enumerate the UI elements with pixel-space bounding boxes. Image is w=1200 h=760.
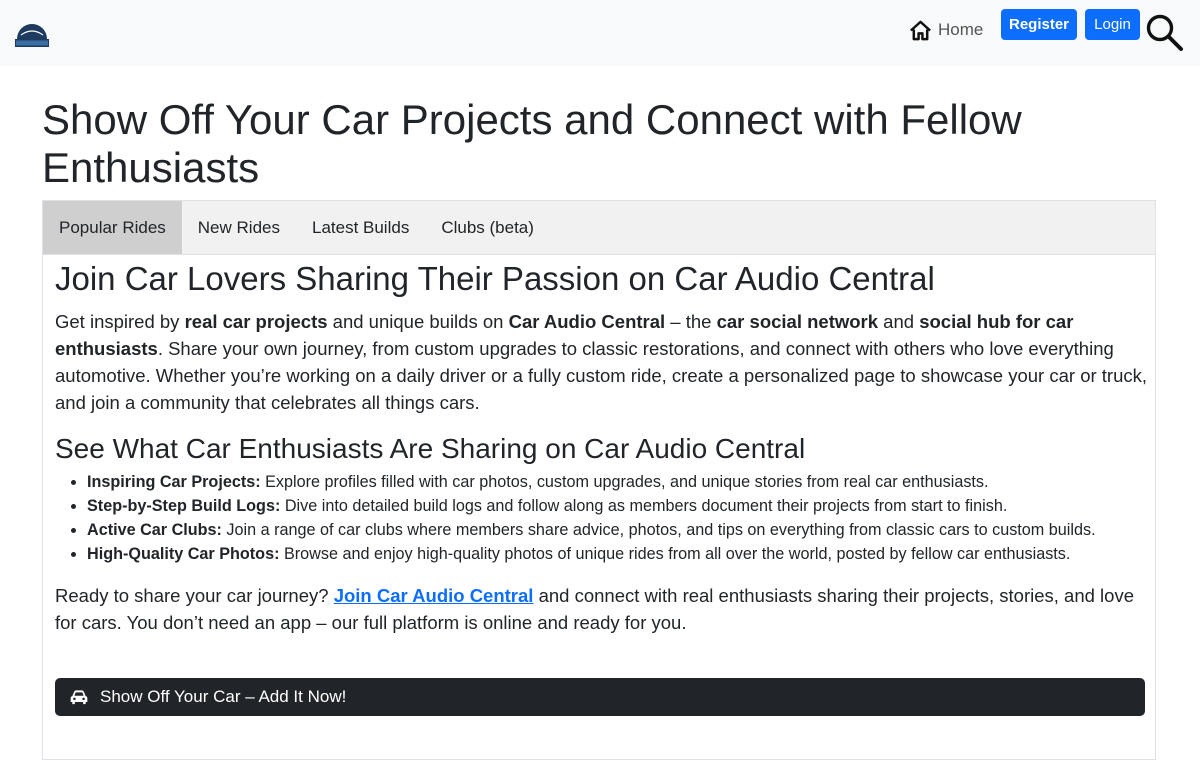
feature-text: Explore profiles filled with car photos,…: [260, 473, 989, 491]
feature-title: Step-by-Step Build Logs:: [87, 497, 281, 515]
feature-title: Active Car Clubs:: [87, 521, 222, 539]
feature-text: Dive into detailed build logs and follow…: [280, 497, 1008, 515]
list-item: Step-by-Step Build Logs: Dive into detai…: [87, 494, 1147, 518]
tab-latest-builds[interactable]: Latest Builds: [296, 201, 425, 254]
feature-title: Inspiring Car Projects:: [87, 473, 261, 491]
intro-text-1: Get inspired by: [55, 311, 185, 332]
feature-text: Join a range of car clubs where members …: [221, 521, 1096, 539]
add-car-label: Show Off Your Car – Add It Now!: [100, 687, 347, 706]
site-logo[interactable]: [13, 17, 51, 49]
top-navbar: Home Register Login: [0, 0, 1200, 66]
login-button[interactable]: Login: [1085, 9, 1140, 40]
intro-paragraph: Get inspired by real car projects and un…: [55, 308, 1147, 416]
car-icon: [70, 690, 88, 705]
features-list: Inspiring Car Projects: Explore profiles…: [55, 470, 1147, 566]
list-item: Active Car Clubs: Join a range of car cl…: [87, 518, 1147, 542]
nav-home-label: Home: [938, 20, 984, 39]
intro-heading: Join Car Lovers Sharing Their Passion on…: [55, 260, 935, 297]
list-item: High-Quality Car Photos: Browse and enjo…: [87, 542, 1147, 566]
tab-bar: Popular Rides New Rides Latest Builds Cl…: [43, 201, 1155, 255]
intro-text-4: and: [878, 311, 920, 332]
tab-popular-rides[interactable]: Popular Rides: [43, 201, 182, 254]
add-car-button[interactable]: Show Off Your Car – Add It Now!: [55, 678, 1145, 716]
intro-bold-2: Car Audio Central: [508, 311, 666, 332]
list-item: Inspiring Car Projects: Explore profiles…: [87, 470, 1147, 494]
intro-bold-3: car social network: [716, 311, 879, 332]
home-icon: [910, 20, 931, 40]
closing-text-1: Ready to share your car journey?: [55, 585, 334, 606]
register-button[interactable]: Register: [1001, 9, 1077, 40]
nav-home-link[interactable]: Home: [909, 18, 983, 42]
search-icon[interactable]: [1145, 13, 1185, 53]
intro-text-2: and unique builds on: [327, 311, 509, 332]
join-link[interactable]: Join Car Audio Central: [334, 585, 534, 606]
feature-title: High-Quality Car Photos:: [87, 545, 280, 563]
intro-text-3: – the: [665, 311, 717, 332]
closing-paragraph: Ready to share your car journey? Join Ca…: [55, 582, 1147, 636]
tab-new-rides[interactable]: New Rides: [182, 201, 296, 254]
intro-text-5: . Share your own journey, from custom up…: [55, 338, 1148, 413]
tab-content: Join Car Lovers Sharing Their Passion on…: [55, 259, 1147, 636]
page-title: Show Off Your Car Projects and Connect w…: [42, 96, 1022, 191]
intro-bold-1: real car projects: [184, 311, 328, 332]
content-panel: Popular Rides New Rides Latest Builds Cl…: [42, 200, 1156, 760]
tab-clubs[interactable]: Clubs (beta): [425, 201, 550, 254]
sharing-heading: See What Car Enthusiasts Are Sharing on …: [55, 433, 806, 464]
feature-text: Browse and enjoy high-quality photos of …: [279, 545, 1071, 563]
logo-icon: [15, 24, 49, 47]
